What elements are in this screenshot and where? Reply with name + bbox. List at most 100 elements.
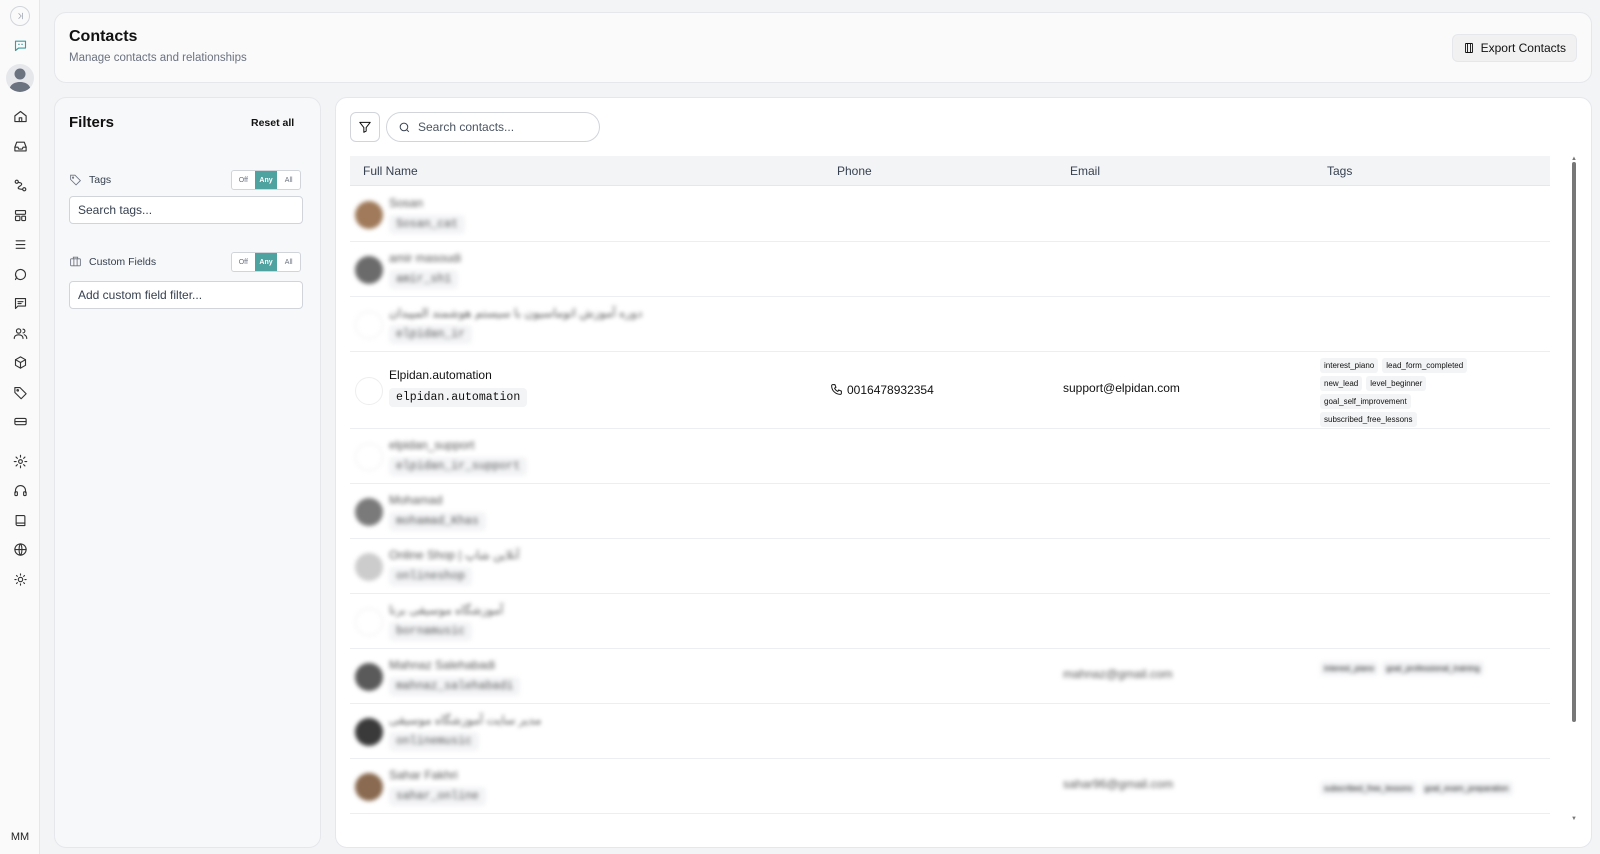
chat-bot-icon[interactable]	[8, 33, 32, 57]
export-contacts-button[interactable]: Export Contacts	[1451, 34, 1577, 62]
contact-row[interactable]: Mahnaz Salehabadi mahnaz_salehabadi mahnaz…	[350, 649, 1550, 704]
column-email[interactable]: Email	[1070, 164, 1100, 178]
contact-tag[interactable]: goal_exam_preparation	[1420, 781, 1513, 796]
search-icon	[399, 122, 410, 132]
contacts-icon[interactable]	[8, 321, 32, 345]
support-icon[interactable]	[8, 478, 32, 502]
page-title: Contacts	[69, 28, 138, 45]
contact-name[interactable]: Mohamad	[389, 493, 442, 507]
filters-title: Filters	[69, 114, 115, 131]
tags-mode-any[interactable]: Any	[254, 171, 278, 189]
contact-tag[interactable]: level_beginner	[1366, 376, 1427, 391]
language-icon[interactable]	[8, 537, 32, 561]
workflow-icon[interactable]	[8, 173, 32, 197]
tags-icon[interactable]	[8, 380, 32, 404]
settings-icon[interactable]	[8, 449, 32, 473]
contact-phone[interactable]: 0016478932354	[830, 383, 934, 397]
contact-tags: subscribed_free_lessons goal_exam_prepara…	[1320, 781, 1520, 796]
export-contacts-label: Export Contacts	[1480, 41, 1566, 55]
reset-all-button[interactable]: Reset all	[251, 117, 294, 129]
contact-name[interactable]: آموزشگاه موسیقی برنا	[389, 603, 503, 617]
inbox-icon[interactable]	[8, 134, 32, 158]
contact-name[interactable]: elpidan_support	[389, 438, 474, 452]
search-tags-input[interactable]	[69, 196, 303, 224]
contact-tag[interactable]: lead_form_completed	[1382, 358, 1468, 373]
contact-name[interactable]: Online Shop | آنلاین شاپ	[389, 548, 520, 562]
column-tags[interactable]: Tags	[1327, 164, 1352, 178]
contact-name[interactable]: amir masoudi	[389, 251, 461, 265]
contact-row[interactable]: آموزشگاه موسیقی برنا bornamusic	[350, 594, 1550, 649]
search-contacts-input[interactable]	[418, 120, 588, 134]
contact-username: Sosan_cat	[389, 215, 466, 234]
tags-mode-all[interactable]: All	[277, 171, 300, 189]
contact-row[interactable]: Online Shop | آنلاین شاپ onlineshop	[350, 539, 1550, 594]
contact-tag[interactable]: interest_piano	[1320, 661, 1379, 676]
contact-row[interactable]: Elpidan.automation elpidan.automation 0016…	[350, 352, 1550, 429]
contact-username: mahnaz_salehabadi	[389, 677, 521, 696]
contact-email[interactable]: sahar96@gmail.com	[1063, 777, 1173, 791]
contact-name[interactable]: Sahar Fakhri	[389, 768, 458, 782]
contact-tag[interactable]: new_lead	[1320, 376, 1363, 391]
templates-icon[interactable]	[8, 203, 32, 227]
contact-avatar	[355, 376, 383, 405]
products-icon[interactable]	[8, 350, 32, 374]
custom-field-filter-input[interactable]	[69, 281, 303, 309]
column-phone[interactable]: Phone	[837, 164, 872, 178]
filter-toggle-button[interactable]	[350, 112, 380, 142]
custom-fields-mode-off[interactable]: Off	[232, 253, 255, 271]
table-scrollbar[interactable]: ▲ ▼	[1571, 156, 1577, 822]
custom-fields-mode-all[interactable]: All	[277, 253, 300, 271]
contact-username: onlinemusic	[389, 732, 479, 751]
contact-tag[interactable]: subscribed_free_lessons	[1320, 412, 1417, 427]
page-subtitle: Manage contacts and relationships	[69, 52, 247, 64]
contact-row[interactable]: Sahar Fakhri sahar_online sahar96@gmail.co…	[350, 759, 1550, 814]
scroll-down-icon[interactable]: ▼	[1571, 816, 1577, 822]
contact-avatar	[355, 200, 383, 229]
contact-email[interactable]: mahnaz@gmail.com	[1063, 667, 1173, 681]
contact-name[interactable]: Elpidan.automation	[389, 368, 492, 382]
contact-name[interactable]: دوره آموزش اتوماسیون با سیستم هوشمند الم…	[389, 306, 642, 320]
scroll-thumb[interactable]	[1572, 162, 1576, 722]
tags-mode-off[interactable]: Off	[232, 171, 255, 189]
contact-username: onlineshop	[389, 567, 473, 586]
contact-row[interactable]: Mohamad mohamad_Khas	[350, 484, 1550, 539]
contacts-panel: Full Name Phone Email Tags Sosan Sosan_ca…	[335, 97, 1592, 848]
contact-tag[interactable]: subscribed_free_lessons	[1320, 781, 1417, 796]
custom-fields-mode-any[interactable]: Any	[254, 253, 278, 271]
list-icon[interactable]	[8, 232, 32, 256]
contact-username: sahar_online	[389, 787, 486, 806]
contact-avatar	[355, 662, 383, 691]
tags-filter-label: Tags	[69, 173, 111, 186]
contact-tag[interactable]: goal_self_improvement	[1320, 394, 1411, 409]
contact-row[interactable]: دوره آموزش اتوماسیون با سیستم هوشمند الم…	[350, 297, 1550, 352]
home-icon[interactable]	[8, 104, 32, 128]
search-contacts[interactable]	[386, 112, 600, 142]
contact-row[interactable]: مدیر سایت آموزشگاه موسیقی onlinemusic	[350, 704, 1550, 759]
theme-icon[interactable]	[8, 567, 32, 591]
tags-mode-toggle[interactable]: Off Any All	[231, 170, 301, 190]
contact-username: mohamad_Khas	[389, 512, 486, 531]
contact-username: amir_sh1	[389, 270, 459, 289]
contact-email[interactable]: support@elpidan.com	[1063, 381, 1180, 395]
contact-tags: interest_piano lead_form_completed new_lea…	[1320, 358, 1500, 427]
user-initials[interactable]: MM	[6, 831, 34, 843]
column-full-name[interactable]: Full Name	[363, 164, 418, 178]
user-avatar[interactable]	[6, 64, 34, 92]
messages-icon[interactable]	[8, 291, 32, 315]
contact-username: elpidan.automation	[389, 388, 528, 407]
contact-name[interactable]: Sosan	[389, 196, 423, 210]
docs-icon[interactable]	[8, 508, 32, 532]
contact-avatar	[355, 772, 383, 801]
contact-name[interactable]: Mahnaz Salehabadi	[389, 658, 495, 672]
contact-name[interactable]: مدیر سایت آموزشگاه موسیقی	[389, 713, 541, 727]
contact-tag[interactable]: goal_professional_training	[1382, 661, 1484, 676]
custom-fields-mode-toggle[interactable]: Off Any All	[231, 252, 301, 272]
contact-tag[interactable]: interest_piano	[1320, 358, 1379, 373]
contact-username: bornamusic	[389, 622, 473, 641]
chat-icon[interactable]	[8, 262, 32, 286]
contact-row[interactable]: elpidan_support elpidan_ir_support	[350, 429, 1550, 484]
tickets-icon[interactable]	[8, 409, 32, 433]
contact-row[interactable]: Sosan Sosan_cat	[350, 187, 1550, 242]
contact-row[interactable]: amir masoudi amir_sh1	[350, 242, 1550, 297]
collapse-sidebar-icon[interactable]	[10, 6, 30, 26]
